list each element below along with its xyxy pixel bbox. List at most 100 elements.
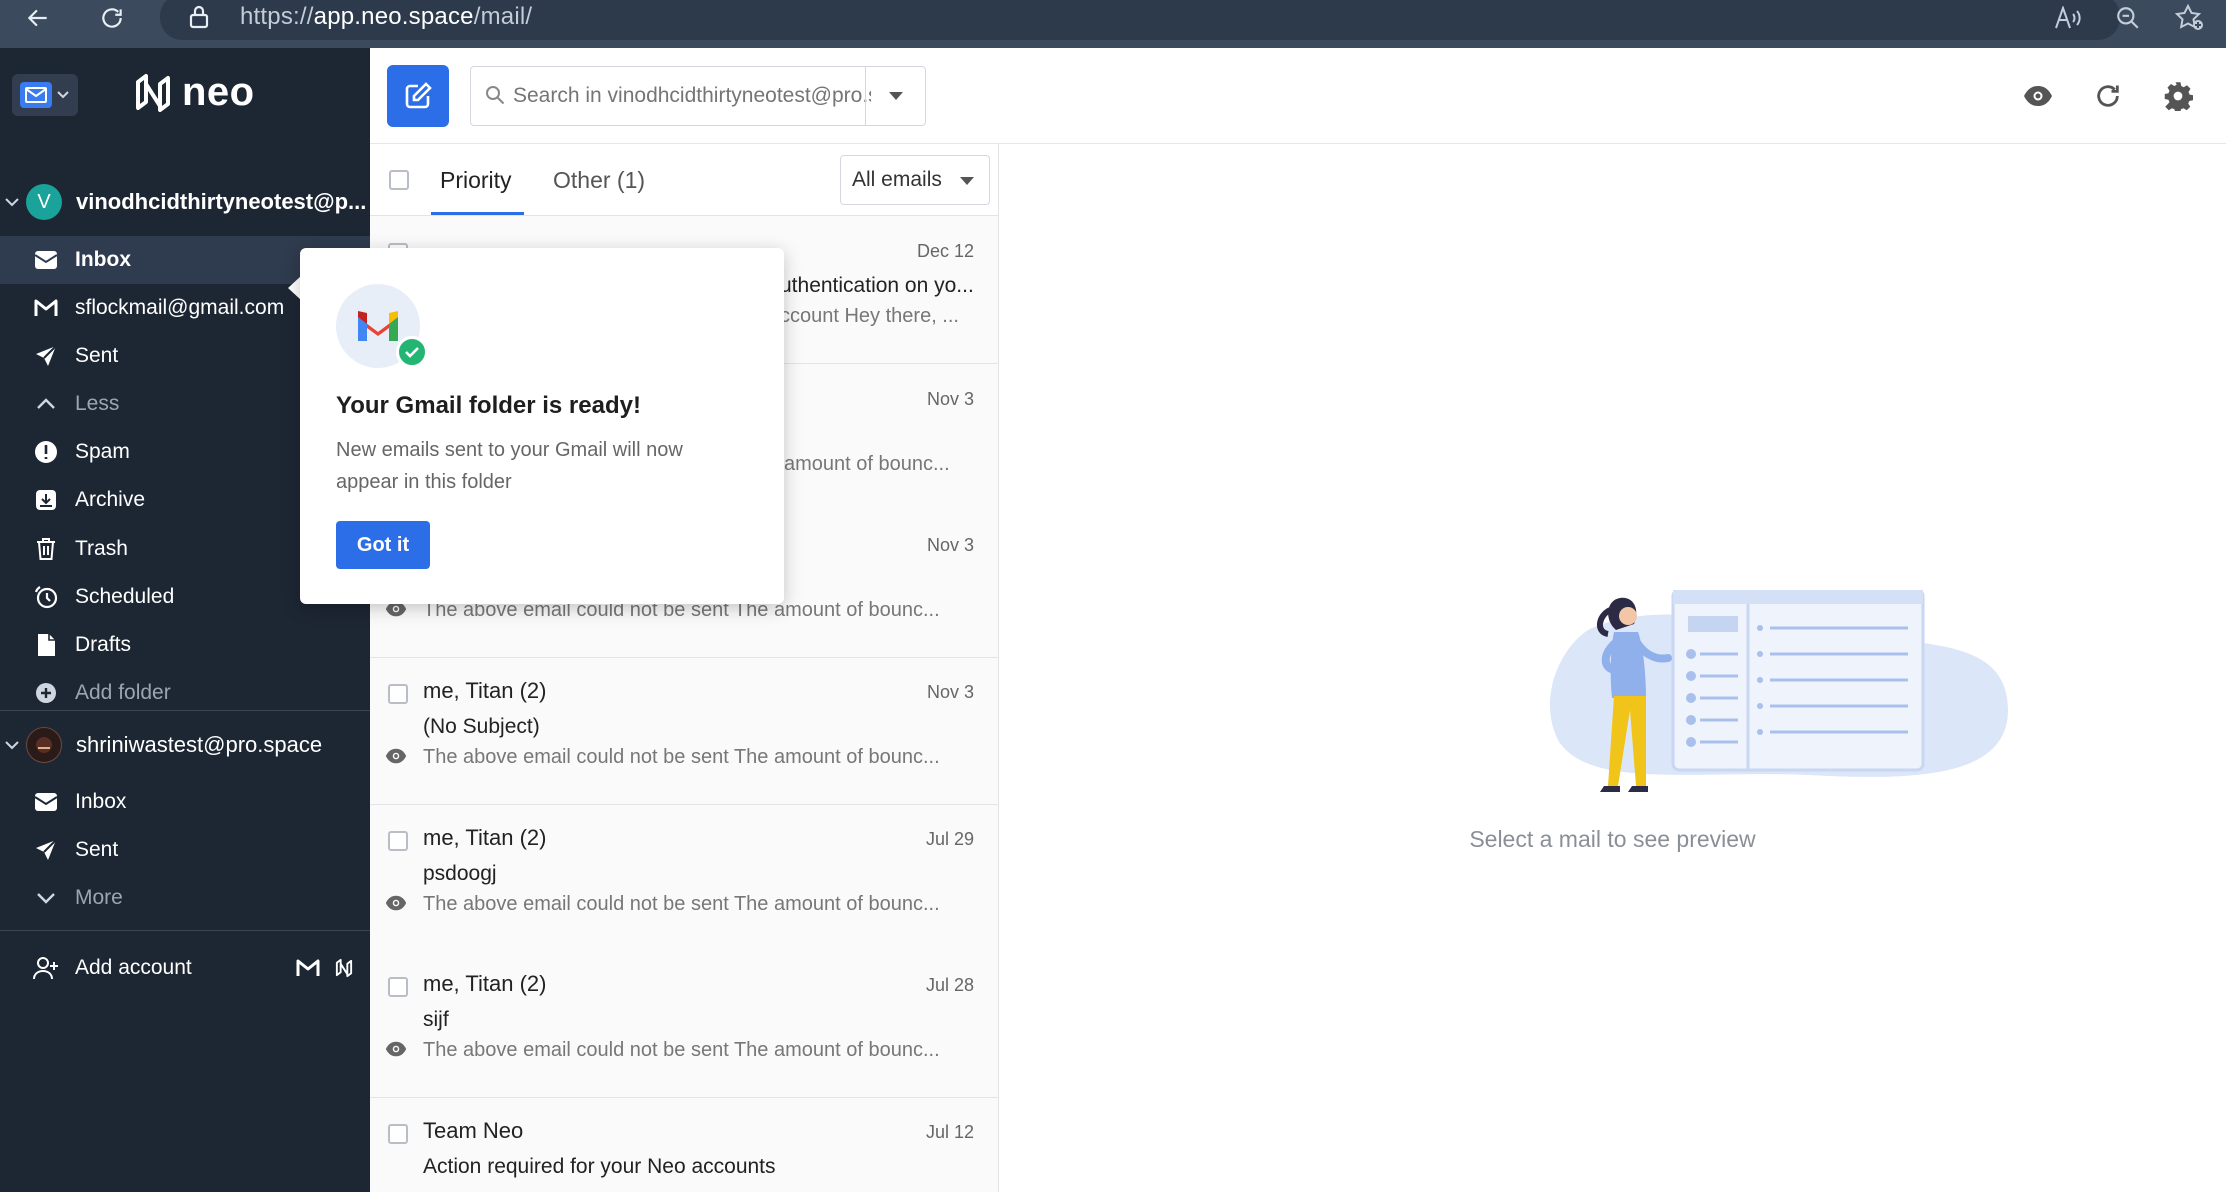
active-tab-indicator (431, 212, 524, 215)
mail-snippet: amount of bounc... (784, 453, 950, 475)
browser-toolbar: https://app.neo.space/mail/ (0, 0, 2226, 48)
tab-other[interactable]: Other (1) (553, 144, 645, 216)
popover-title: Your Gmail folder is ready! (336, 392, 641, 419)
preview-toggle-icon[interactable] (2020, 78, 2056, 114)
mail-checkbox[interactable] (388, 684, 408, 704)
account-row-secondary[interactable]: shriniwastest@pro.space (0, 720, 370, 770)
favorite-add-icon[interactable] (2168, 0, 2212, 36)
tab-priority[interactable]: Priority (440, 144, 512, 216)
folder-label: Add folder (75, 681, 171, 704)
mail-checkbox[interactable] (388, 977, 408, 997)
folder-sent[interactable]: Sent (0, 826, 370, 874)
settings-gear-icon[interactable] (2160, 78, 2196, 114)
account-email: vinodhcidthirtyneotest@p... (76, 189, 367, 214)
mail-sender: me, Titan (2) (423, 825, 547, 850)
mail-snippet: The above email could not be sent The am… (423, 893, 940, 915)
read-eye-icon (385, 748, 407, 764)
inbox-icon (32, 246, 60, 274)
folder-label: Scheduled (75, 585, 175, 608)
read-eye-icon (385, 895, 407, 911)
lock-icon[interactable] (188, 0, 210, 34)
chevron-down-icon (5, 741, 19, 750)
mail-date: Jul 28 (925, 975, 974, 995)
neo-logo-icon (136, 73, 170, 112)
url-path: /mail/ (473, 3, 533, 30)
mail-list-header: Priority Other (1) All emails (370, 144, 998, 216)
mail-snippet: The above email could not be sent The am… (423, 746, 940, 768)
zoom-out-icon[interactable] (2106, 0, 2150, 36)
folder-label: Trash (75, 537, 128, 560)
search-input[interactable] (513, 79, 871, 113)
mail-date: Jul 12 (925, 1122, 974, 1142)
url-scheme: https:// (240, 3, 314, 30)
mail-row[interactable]: me, Titan (2) Jul 28 sijf The above emai… (370, 951, 998, 1098)
url-host: app.neo.space (313, 3, 474, 30)
mail-subject: sijf (423, 1008, 449, 1031)
mail-snippet: ccount Hey there, ... (780, 305, 959, 327)
read-eye-icon (385, 1041, 407, 1057)
neo-logo-icon[interactable] (334, 958, 354, 978)
folder-inbox[interactable]: Inbox (0, 778, 370, 826)
chevron-down-icon (57, 91, 69, 99)
gmail-folder-ready-popover: Your Gmail folder is ready! New emails s… (300, 248, 784, 604)
search-icon (486, 86, 505, 105)
caret-down-icon (960, 177, 974, 185)
mail-filter-dropdown[interactable]: All emails (840, 155, 990, 205)
sidebar: neo V vinodhcidthirtyneotest@p... Inbox … (0, 48, 370, 1192)
app-switcher[interactable] (12, 74, 78, 116)
folder-label: Sent (75, 838, 119, 861)
inbox-icon (32, 788, 60, 816)
mail-row[interactable]: me, Titan (2) Jul 29 psdoogj The above e… (370, 805, 998, 952)
mail-app-icon (20, 82, 52, 108)
filter-value: All emails (852, 168, 942, 191)
account-email: shriniwastest@pro.space (76, 732, 323, 757)
url-text[interactable]: https://app.neo.space/mail/ (240, 0, 532, 34)
folder-label: Inbox (75, 790, 127, 813)
search-options-button[interactable] (865, 67, 925, 125)
add-user-icon (32, 954, 60, 982)
mail-subject: Action required for your Neo accounts (423, 1155, 776, 1178)
search-box[interactable] (470, 66, 926, 126)
trash-icon (32, 535, 60, 563)
add-account[interactable]: Add account (0, 944, 370, 992)
mail-date: Jul 29 (925, 829, 974, 849)
folder-label: Archive (75, 488, 146, 511)
refresh-icon[interactable] (2090, 78, 2126, 114)
mail-sender: me, Titan (2) (423, 678, 547, 703)
folder-label: Sent (75, 344, 119, 367)
add-account-divider (0, 930, 370, 931)
read-aloud-icon[interactable] (2046, 0, 2090, 36)
success-check-icon (396, 336, 428, 368)
mail-subject: psdoogj (423, 862, 497, 885)
folder-label: Less (75, 392, 120, 415)
folders-more-toggle[interactable]: More (0, 874, 370, 922)
empty-preview-illustration (1549, 590, 2008, 792)
folder-drafts[interactable]: Drafts (0, 621, 370, 669)
folder-label: sflockmail@gmail.com (75, 296, 285, 319)
select-all-checkbox[interactable] (389, 170, 409, 190)
neo-logo: neo (132, 70, 255, 115)
got-it-button[interactable]: Got it (336, 521, 430, 569)
reload-icon[interactable] (90, 0, 134, 36)
account-row-primary[interactable]: V vinodhcidthirtyneotest@p... (0, 177, 370, 227)
mail-checkbox[interactable] (388, 1124, 408, 1144)
account-divider (0, 710, 370, 711)
mail-date: Nov 3 (926, 389, 974, 409)
mail-checkbox[interactable] (388, 831, 408, 851)
avatar: V (26, 184, 62, 220)
empty-preview-text: Select a mail to see preview (1469, 826, 1756, 852)
folder-label: Inbox (75, 248, 131, 271)
back-arrow-icon[interactable] (16, 0, 60, 36)
compose-button[interactable] (387, 65, 449, 127)
chevron-down-icon (32, 884, 60, 912)
mail-row[interactable]: Team Neo Jul 12 Action required for your… (370, 1098, 998, 1192)
mail-row[interactable]: me, Titan (2) Nov 3 (No Subject) The abo… (370, 658, 998, 805)
gmail-icon[interactable] (296, 959, 320, 977)
mail-snippet: The above email could not be sent The am… (423, 1039, 940, 1061)
add-folder-icon (32, 679, 60, 707)
folder-label: Drafts (75, 633, 132, 656)
mail-date: Nov 3 (926, 682, 974, 702)
mail-subject: (No Subject) (423, 715, 540, 738)
add-account-label: Add account (75, 956, 192, 979)
top-toolbar (370, 48, 2226, 144)
